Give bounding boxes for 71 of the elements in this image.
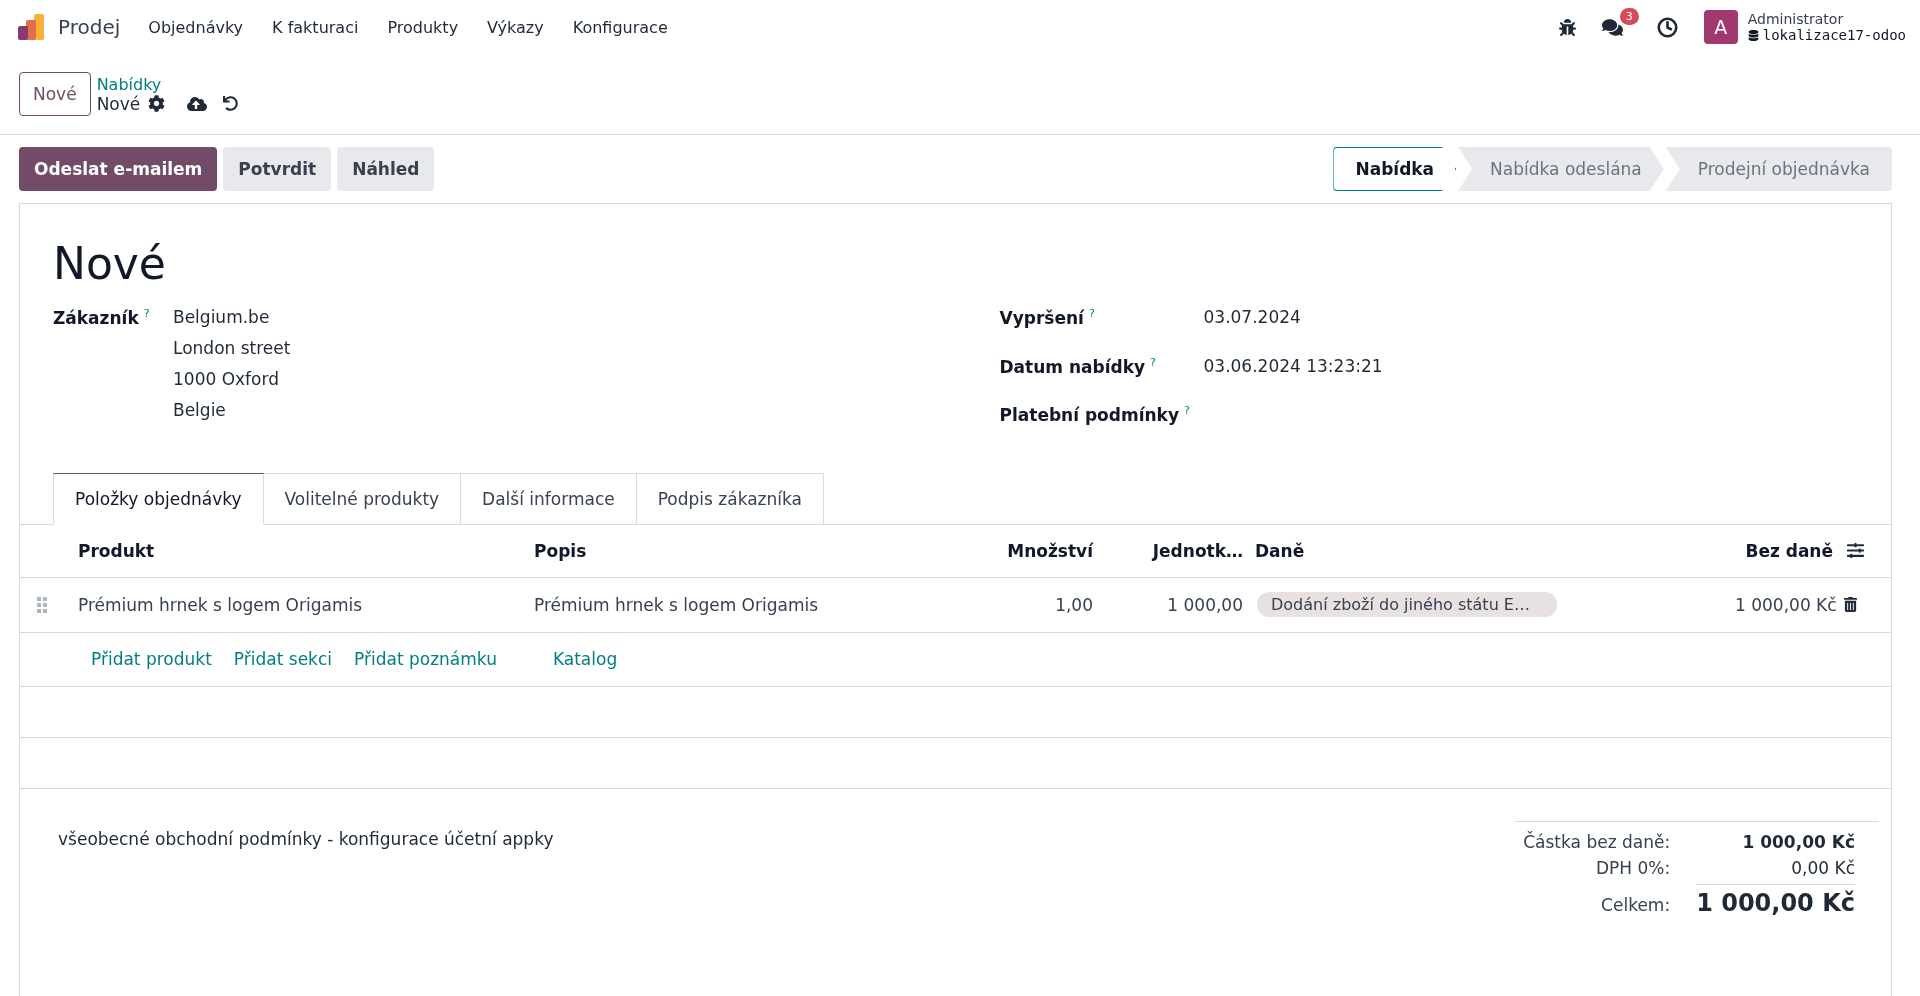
status-step[interactable]: Nabídka — [1333, 147, 1457, 191]
total-label: Celkem: — [1600, 894, 1671, 915]
drag-handle-icon[interactable] — [37, 596, 47, 613]
help-mark[interactable]: ? — [143, 307, 150, 320]
total-value: 1 000,00 Kč — [1741, 831, 1855, 852]
add-link[interactable]: Katalog — [552, 649, 618, 670]
settings-icon[interactable] — [148, 95, 166, 112]
add-link[interactable]: Přidat sekci — [233, 649, 332, 670]
table-cell-text: 1,00 — [1054, 594, 1094, 615]
field-value: 03.06.2024 13:23:21 — [1203, 355, 1384, 376]
terms-text: všeobecné obchodní podmínky - konfigurace účetní appky — [58, 828, 554, 851]
field-label: Zákazník $^{?}$ — [53, 307, 151, 330]
action-button[interactable]: Náhled — [337, 147, 435, 191]
tab[interactable]: Podpis zákazníka — [636, 472, 824, 525]
table-cell-text: Prémium hrnek s logem Origamis — [533, 594, 820, 615]
delete-icon[interactable] — [1843, 597, 1858, 613]
database-name: lokalizace17-odoo — [1762, 27, 1906, 43]
tab[interactable]: Položky objednávky — [53, 472, 264, 525]
database-icon — [1747, 29, 1759, 41]
table-cell-text: 1 000,00 — [1166, 594, 1244, 615]
menu-item[interactable]: Výkazy — [487, 17, 544, 37]
undo-icon[interactable] — [223, 96, 239, 111]
breadcrumb-link[interactable]: Nabídky — [96, 74, 239, 94]
user-name: Administrator — [1747, 11, 1845, 27]
menu-item[interactable]: Objednávky — [148, 17, 244, 37]
menu-item[interactable]: K fakturaci — [272, 17, 359, 37]
status-step[interactable]: Prodejní objednávka — [1665, 147, 1892, 191]
bug-icon[interactable] — [1558, 18, 1576, 36]
field-label: Platební podmínky $^{?}$ — [999, 404, 1191, 425]
field-value: Belgium.be — [173, 307, 271, 327]
menu-item[interactable]: Produkty — [387, 17, 459, 37]
field-value: London street — [173, 338, 292, 358]
chat-icon[interactable] — [1601, 16, 1623, 38]
help-mark[interactable]: ? — [1150, 355, 1156, 369]
field-value: Belgie — [173, 400, 227, 420]
table-cell-text: 1 000,00 Kč — [1734, 594, 1838, 615]
field-value: 03.07.2024 — [1203, 307, 1302, 327]
notification-badge: 3 — [1619, 7, 1639, 25]
total-label: Částka bez daně: — [1522, 831, 1671, 852]
column-header[interactable]: Popis — [528, 540, 979, 561]
total-label: DPH 0%: — [1594, 857, 1671, 878]
clock-icon[interactable] — [1656, 16, 1678, 38]
add-link[interactable]: Přidat produkt — [91, 649, 212, 670]
tax-tag: Dodání zboží do jiného státu E… — [1257, 592, 1557, 618]
table-cell-text: Prémium hrnek s logem Origamis — [77, 594, 364, 615]
menu-item[interactable]: Konfigurace — [572, 17, 668, 37]
tab[interactable]: Volitelné produkty — [263, 472, 462, 525]
help-mark[interactable]: ? — [1184, 404, 1190, 418]
column-header[interactable]: Bez daně — [1729, 540, 1839, 561]
user-avatar[interactable]: A — [1703, 10, 1738, 44]
total-value: 0,00 Kč — [1790, 857, 1855, 878]
column-header[interactable]: Daně — [1249, 540, 1729, 561]
help-mark[interactable]: ? — [1088, 307, 1095, 320]
record-title: Nové — [53, 238, 167, 289]
column-header[interactable]: Produkt — [72, 540, 528, 561]
new-button[interactable]: Nové — [19, 72, 91, 116]
column-header[interactable]: Jednotk… — [1099, 540, 1249, 561]
column-settings-icon[interactable] — [1847, 542, 1864, 560]
column-header[interactable]: Množství — [979, 540, 1099, 561]
field-label: Vypršení $^{?}$ — [999, 307, 1096, 328]
field-value: 1000 Oxford — [173, 369, 280, 389]
record-name: Nové — [96, 93, 141, 114]
total-value: 1 000,00 Kč — [1696, 883, 1855, 917]
action-button[interactable]: Potvrdit — [223, 147, 332, 191]
add-link[interactable]: Přidat poznámku — [354, 649, 497, 670]
app-logo — [16, 12, 46, 42]
app-name[interactable]: Prodej — [58, 15, 121, 39]
tab[interactable]: Další informace — [461, 472, 637, 525]
status-step[interactable]: Nabídka odeslána — [1458, 147, 1664, 191]
field-label: Datum nabídky $^{?}$ — [999, 355, 1157, 377]
action-button[interactable]: Odeslat e-mailem — [19, 147, 218, 191]
